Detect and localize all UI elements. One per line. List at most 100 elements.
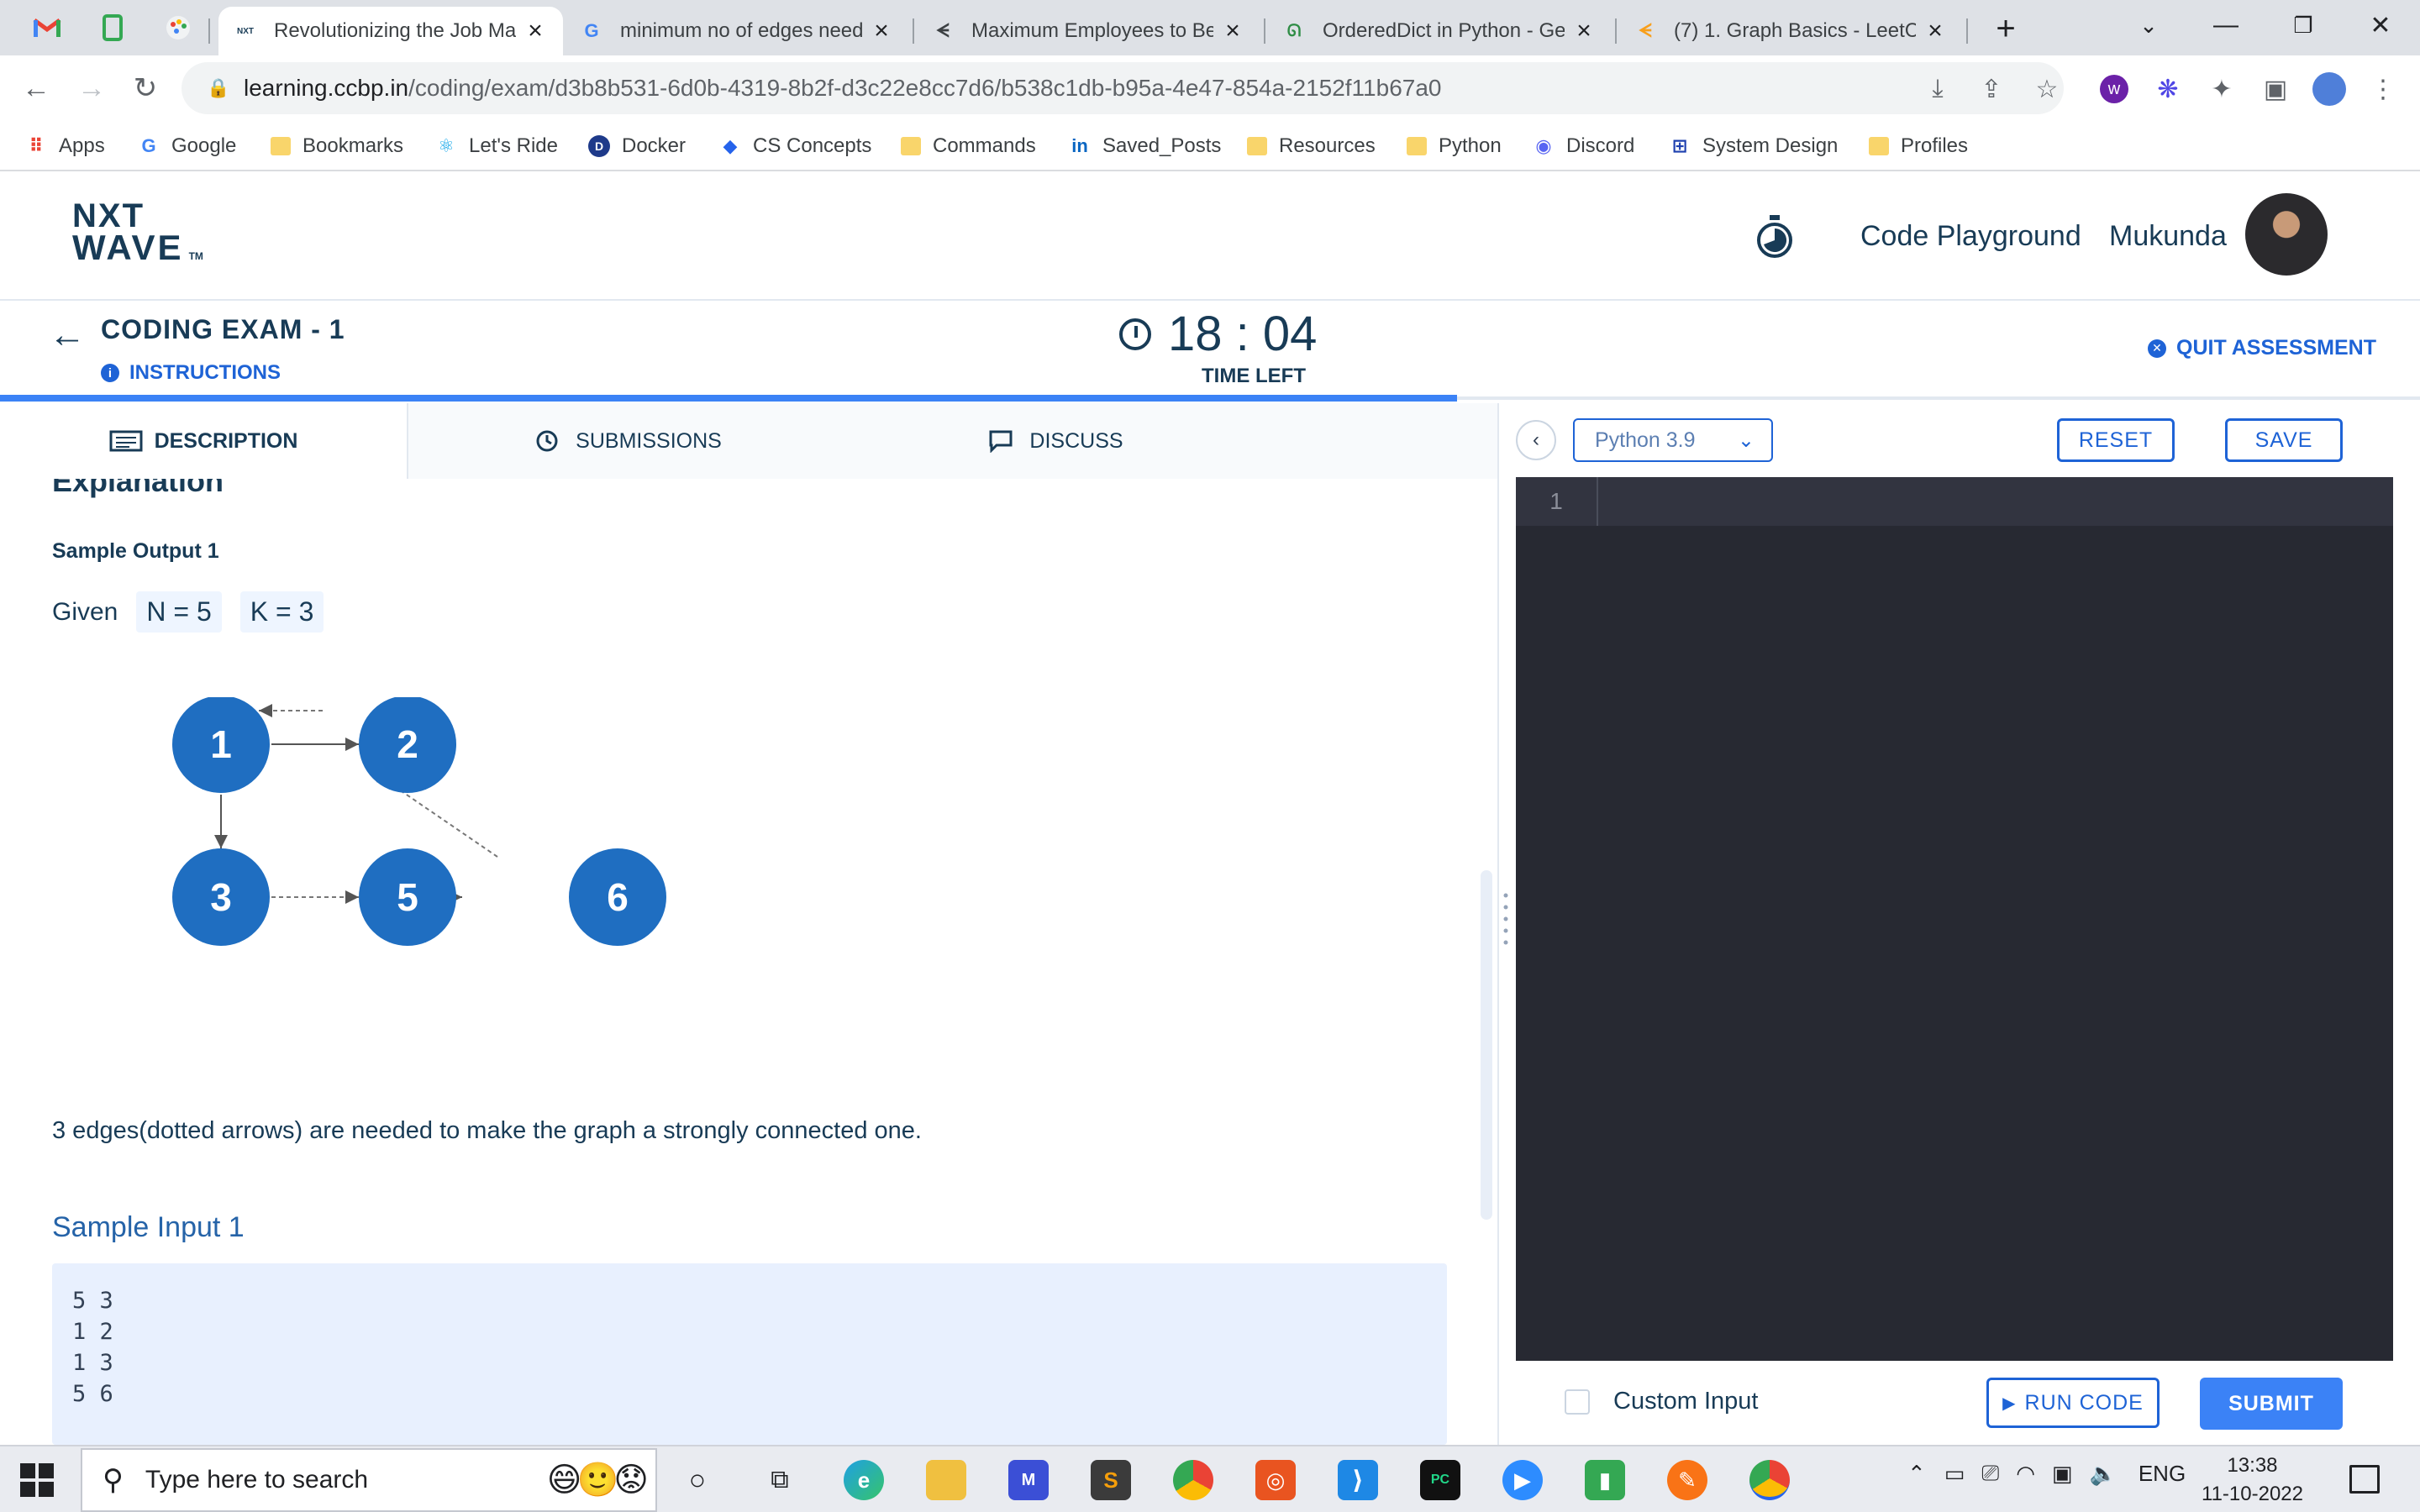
custom-input-checkbox[interactable] xyxy=(1565,1389,1590,1415)
nxtwave-logo[interactable]: NXT WAVE TM xyxy=(72,199,203,272)
taskbar-clock[interactable]: 13:38 11-10-2022 xyxy=(2202,1452,2303,1509)
back-arrow-icon[interactable]: ← xyxy=(49,314,86,356)
username[interactable]: Mukunda xyxy=(2109,220,2227,253)
bookmark-star-icon[interactable]: ☆ xyxy=(2030,72,2064,106)
tab-search-chevron-icon[interactable]: ⌄ xyxy=(2111,0,2186,50)
battery-icon[interactable]: ▭ xyxy=(1944,1461,1965,1487)
ubuntu-icon[interactable]: ◎ xyxy=(1255,1460,1296,1500)
cortana-icon[interactable]: ○ xyxy=(677,1460,718,1500)
bookmark-cs-concepts[interactable]: ◆ CS Concepts xyxy=(719,129,872,163)
wifi-icon[interactable]: ◠ xyxy=(2016,1461,2035,1487)
current-line[interactable] xyxy=(1597,477,2393,526)
bookmark-saved-posts[interactable]: in Saved_Posts xyxy=(1069,129,1221,163)
run-code-button[interactable]: ▶ RUN CODE xyxy=(1986,1378,2160,1428)
tab-leetcode-employees[interactable]: ᗕ Maximum Employees to Be × xyxy=(916,7,1260,55)
bookmark-resources[interactable]: Resources xyxy=(1247,129,1376,163)
volume-icon[interactable]: 🔈 xyxy=(2089,1461,2116,1487)
tab-google-search[interactable]: G minimum no of edges need × xyxy=(565,7,909,55)
bookmark-docker[interactable]: D Docker xyxy=(588,129,686,163)
extension-snowflake-icon[interactable]: ❋ xyxy=(2151,72,2185,106)
bookmark-system-design[interactable]: ⊞ System Design xyxy=(1669,129,1839,163)
extensions-puzzle-icon[interactable]: ✦ xyxy=(2205,72,2238,106)
tab-geeksforgeeks[interactable]: ᘏ OrderedDict in Python - Ge × xyxy=(1267,7,1612,55)
postman-icon[interactable]: ✎ xyxy=(1667,1460,1707,1500)
reload-icon[interactable]: ↻ xyxy=(124,67,166,109)
close-tab-icon[interactable]: × xyxy=(1923,17,1948,45)
code-playground-link[interactable]: Code Playground xyxy=(1860,220,2081,253)
gmail-icon xyxy=(33,18,61,37)
reset-button[interactable]: RESET xyxy=(2057,418,2175,462)
description-scrollbar[interactable] xyxy=(1481,870,1492,1220)
vscode-icon[interactable]: ⟩ xyxy=(1338,1460,1378,1500)
notification-icon[interactable] xyxy=(2349,1465,2380,1494)
bookmark-apps[interactable]: ⠿ Apps xyxy=(25,129,104,163)
google-meet-icon[interactable]: ▮ xyxy=(1585,1460,1625,1500)
bookmark-commands[interactable]: Commands xyxy=(901,129,1036,163)
back-arrow-icon[interactable]: ← xyxy=(15,67,57,109)
instructions-link[interactable]: i INSTRUCTIONS xyxy=(101,361,281,385)
drag-handle-icon[interactable] xyxy=(1502,889,1509,948)
browser-toolbar: ← → ↻ 🔒 learning.ccbp.in/coding/exam/d3b… xyxy=(0,55,2420,121)
profile-icon[interactable] xyxy=(2312,72,2346,106)
language-select[interactable]: Python 3.9 ⌄ xyxy=(1573,418,1773,462)
pinned-tab-gmail[interactable] xyxy=(10,8,84,47)
collapse-panel-button[interactable]: ‹ xyxy=(1516,420,1556,460)
pinned-tab-sheets[interactable] xyxy=(76,8,150,47)
bookmark-google[interactable]: G Google xyxy=(138,129,236,163)
share-icon[interactable]: ⇪ xyxy=(1975,72,2008,106)
task-view-icon[interactable]: ⧉ xyxy=(760,1460,800,1500)
file-explorer-icon[interactable] xyxy=(926,1460,966,1500)
chevron-up-icon[interactable]: ⌃ xyxy=(1907,1461,1926,1487)
extension-w-icon[interactable]: w xyxy=(2097,72,2131,106)
tab-discuss[interactable]: DISCUSS xyxy=(844,403,1264,479)
close-tab-icon[interactable]: × xyxy=(869,17,894,45)
install-icon[interactable]: ⤓ xyxy=(1921,72,1954,106)
submit-button[interactable]: SUBMIT xyxy=(2200,1378,2343,1430)
bookmark-profiles[interactable]: Profiles xyxy=(1869,129,1968,163)
edge-icon[interactable]: e xyxy=(844,1460,884,1500)
diamond-icon: ◆ xyxy=(723,135,738,156)
network-icon[interactable]: ▣ xyxy=(2052,1461,2073,1487)
close-tab-icon[interactable]: × xyxy=(1571,17,1597,45)
code-editor[interactable]: 1 xyxy=(1516,477,2393,1361)
bookmark-bookmarks[interactable]: Bookmarks xyxy=(271,129,403,163)
windows-start-icon[interactable] xyxy=(18,1462,55,1499)
pinned-tab-app[interactable] xyxy=(141,8,215,47)
close-tab-icon[interactable]: × xyxy=(523,17,548,45)
stopwatch-icon[interactable] xyxy=(1754,213,1795,260)
vscode-insiders-icon[interactable]: M xyxy=(1008,1460,1049,1500)
minimize-button[interactable]: — xyxy=(2188,0,2264,50)
forward-arrow-icon[interactable]: → xyxy=(71,67,113,109)
new-tab-button[interactable]: + xyxy=(1968,3,2044,54)
chrome-menu-icon[interactable]: ⋮ xyxy=(2366,72,2400,106)
tab-active[interactable]: NXT Revolutionizing the Job Ma × xyxy=(218,7,563,55)
bookmark-lets-ride[interactable]: ⚛ Let's Ride xyxy=(435,129,558,163)
address-bar[interactable]: 🔒 learning.ccbp.in/coding/exam/d3b8b531-… xyxy=(182,62,2064,114)
meet-now-icon[interactable]: ⎚ xyxy=(1981,1460,1999,1487)
side-panel-icon[interactable]: ▣ xyxy=(2259,72,2292,106)
language-indicator[interactable]: ENG xyxy=(2139,1461,2186,1487)
close-window-button[interactable]: ✕ xyxy=(2343,0,2418,50)
pycharm-icon[interactable]: PC xyxy=(1420,1460,1460,1500)
tab-submissions[interactable]: SUBMISSIONS xyxy=(408,403,844,479)
graph-node-3: 3 xyxy=(172,848,270,946)
sublime-text-icon[interactable]: S xyxy=(1091,1460,1131,1500)
restore-button[interactable]: ❐ xyxy=(2265,0,2341,50)
k-chip: K = 3 xyxy=(239,591,324,633)
zoom-icon[interactable]: ▶ xyxy=(1502,1460,1543,1500)
app-header: NXT WAVE TM Code Playground Mukunda xyxy=(0,173,2420,301)
chrome-profile-icon[interactable] xyxy=(1749,1460,1790,1500)
quit-assessment-button[interactable]: ✕ QUIT ASSESSMENT xyxy=(2148,336,2376,360)
linkedin-icon: in xyxy=(1071,135,1088,156)
close-tab-icon[interactable]: × xyxy=(1220,17,1245,45)
tab-leetcode-graph[interactable]: ᗕ (7) 1. Graph Basics - LeetCo × xyxy=(1618,7,1963,55)
bookmark-python[interactable]: Python xyxy=(1407,129,1502,163)
google-icon: G xyxy=(584,20,599,41)
taskbar-search[interactable]: ⚲ Type here to search 😄🙂😟 xyxy=(81,1448,657,1512)
chrome-icon[interactable] xyxy=(1173,1460,1213,1500)
avatar[interactable] xyxy=(2245,193,2328,276)
bookmark-discord[interactable]: ◉ Discord xyxy=(1533,129,1634,163)
save-button[interactable]: SAVE xyxy=(2225,418,2343,462)
tab-description[interactable]: DESCRIPTION xyxy=(0,403,408,479)
custom-input-toggle[interactable]: Custom Input xyxy=(1565,1388,1758,1415)
